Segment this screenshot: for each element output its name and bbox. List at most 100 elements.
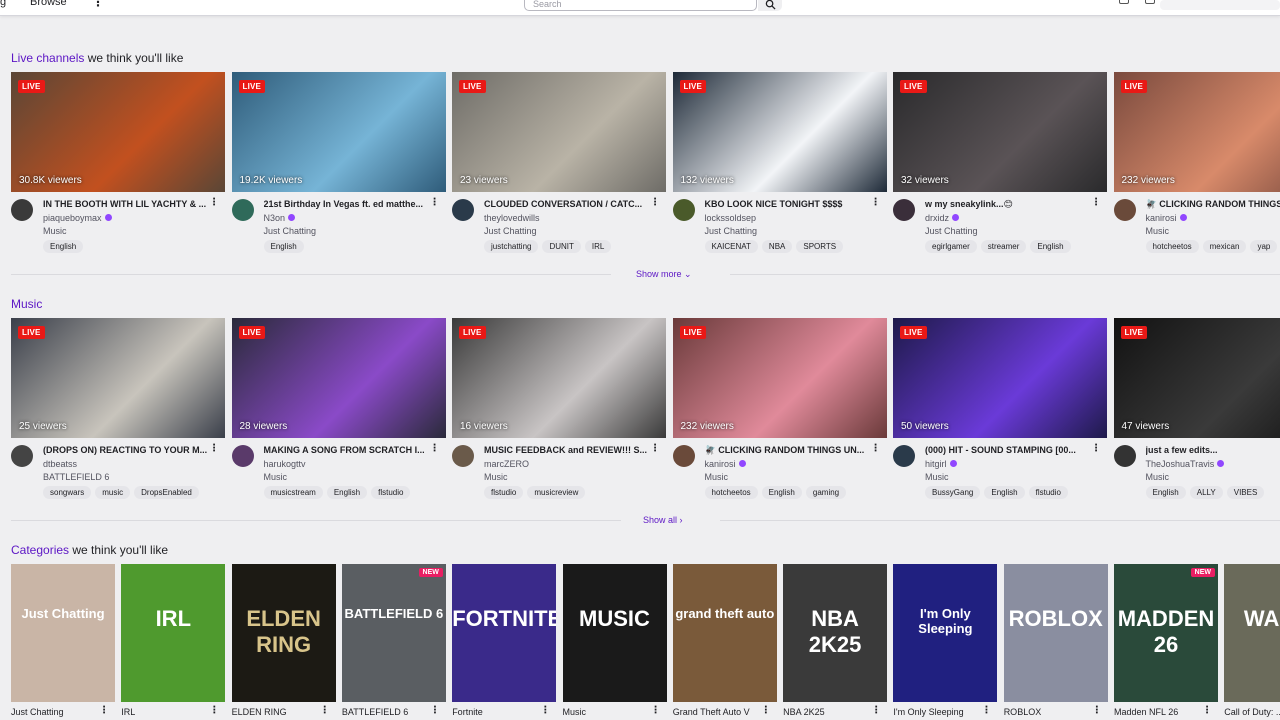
tag[interactable]: yap (1250, 240, 1278, 253)
stream-card[interactable]: LIVE 28 viewers MAKING A SONG FROM SCRATCH… (231, 318, 446, 499)
more-options-icon[interactable]: ⋮ (981, 705, 991, 716)
stream-thumbnail[interactable]: LIVE 30.8K viewers (11, 72, 225, 192)
music-heading-link[interactable]: Music (11, 297, 42, 311)
notifications-icon[interactable] (1145, 0, 1155, 4)
channel-name[interactable]: drxidz (925, 213, 949, 223)
channel-name-row[interactable]: drxidz (925, 213, 960, 223)
category-name[interactable]: Music (563, 707, 587, 717)
tag[interactable]: BussyGang (925, 486, 981, 499)
more-options-icon[interactable]: ⋮ (761, 705, 771, 716)
stream-title[interactable]: IN THE BOOTH WITH LIL YACHTY & ... (43, 199, 211, 209)
tag[interactable]: SPORTS (796, 240, 844, 253)
more-options-icon[interactable]: ⋮ (430, 197, 440, 208)
search-input[interactable]: Search (524, 0, 757, 11)
category-name[interactable]: NBA 2K25 (783, 707, 825, 717)
avatar[interactable] (11, 445, 33, 467)
stream-card[interactable]: LIVE 16 viewers MUSIC FEEDBACK and REVIEW!… (452, 318, 666, 499)
tag[interactable]: hotcheetos (704, 486, 758, 499)
channel-name[interactable]: piaqueboymax (43, 213, 102, 223)
category-box-art[interactable]: ROBLOX (1003, 564, 1108, 702)
more-options-icon[interactable]: ⋮ (209, 705, 219, 716)
stream-thumbnail[interactable]: LIVE 19.2K viewers (231, 72, 446, 192)
tag[interactable]: English (43, 240, 84, 253)
user-area[interactable] (1160, 0, 1280, 10)
channel-name-row[interactable]: N3on (264, 213, 296, 223)
more-options-icon[interactable]: ⋮ (651, 705, 661, 716)
tag[interactable]: justchatting (484, 240, 539, 253)
game-category[interactable]: Music (1146, 472, 1170, 482)
tag[interactable]: songwars (43, 486, 92, 499)
more-options-icon[interactable]: ⋮ (209, 197, 219, 208)
stream-card[interactable]: LIVE 23 viewers CLOUDED CONVERSATION / CAT… (452, 72, 666, 253)
category-card[interactable]: Just Chatting Just Chatting ⋮ (11, 564, 115, 717)
stream-thumbnail[interactable]: LIVE 50 viewers (893, 318, 1107, 438)
tag[interactable]: musicreview (527, 486, 586, 499)
more-options-icon[interactable]: ⋮ (871, 443, 881, 454)
channel-name[interactable]: kanirosi (1146, 213, 1177, 223)
channel-name[interactable]: theylovedwills (484, 213, 540, 223)
stream-thumbnail[interactable]: LIVE 32 viewers (893, 72, 1107, 192)
stream-title[interactable]: 🪰 CLICKING RANDOM THINGS UN... (705, 445, 873, 456)
stream-card[interactable]: LIVE 232 viewers 🪰 CLICKING RANDOM THINGS … (672, 318, 887, 499)
tag[interactable]: English (984, 486, 1025, 499)
category-card[interactable]: grand theft auto Grand Theft Auto V ⋮ (672, 564, 777, 717)
stream-thumbnail[interactable]: LIVE 25 viewers (11, 318, 225, 438)
game-category[interactable]: Just Chatting (705, 226, 758, 236)
avatar[interactable] (1113, 445, 1136, 467)
category-name[interactable]: I'm Only Sleeping (893, 707, 963, 717)
tag[interactable]: English (761, 486, 802, 499)
stream-thumbnail[interactable]: LIVE 132 viewers (672, 72, 887, 192)
stream-card[interactable]: LIVE 32 viewers w my sneakylink...😊 ⋮ drxidz… (893, 72, 1107, 253)
stream-card[interactable]: LIVE 232 viewers 🪰 CLICKING RANDOM THINGS … (1113, 72, 1280, 253)
game-category[interactable]: Music (484, 472, 508, 482)
category-card[interactable]: BATTLEFIELD 6 NEW BATTLEFIELD 6 ⋮ (341, 564, 446, 717)
stream-title[interactable]: CLOUDED CONVERSATION / CATC... (484, 199, 652, 209)
channel-name[interactable]: marcZERO (484, 459, 529, 469)
category-card[interactable]: MADDEN 26 NEW Madden NFL 26 ⋮ (1114, 564, 1218, 717)
channel-name[interactable]: TheJoshuaTravis (1146, 459, 1215, 469)
game-category[interactable]: Just Chatting (484, 226, 537, 236)
stream-thumbnail[interactable]: LIVE 47 viewers (1113, 318, 1280, 438)
show-all-button[interactable]: Show all › (643, 515, 683, 525)
more-options-icon[interactable]: ⋮ (320, 705, 330, 716)
tag[interactable]: musicstream (263, 486, 323, 499)
categories-heading-link[interactable]: Categories (11, 543, 69, 557)
more-options-icon[interactable]: ⋮ (430, 443, 440, 454)
avatar[interactable] (11, 199, 33, 221)
channel-name-row[interactable]: lockssoldsep (705, 213, 757, 223)
inbox-icon[interactable] (1119, 0, 1129, 4)
category-name[interactable]: IRL (121, 707, 135, 717)
stream-thumbnail[interactable]: LIVE 28 viewers (231, 318, 446, 438)
stream-card[interactable]: LIVE 25 viewers (DROPS ON) REACTING TO YOU… (11, 318, 225, 499)
channel-name-row[interactable]: kanirosi (1146, 213, 1187, 223)
category-box-art[interactable]: MADDEN 26 NEW (1114, 564, 1218, 702)
more-options-icon[interactable]: ⋮ (1202, 705, 1212, 716)
category-card[interactable]: MUSIC Music ⋮ (562, 564, 667, 717)
avatar[interactable] (1113, 199, 1136, 221)
channel-name-row[interactable]: piaqueboymax (43, 213, 112, 223)
stream-title[interactable]: (DROPS ON) REACTING TO YOUR M... (43, 445, 211, 455)
tag[interactable]: IRL (584, 240, 612, 253)
tag[interactable]: hotcheetos (1145, 240, 1199, 253)
tag[interactable]: flstudio (1028, 486, 1068, 499)
channel-name-row[interactable]: marcZERO (484, 459, 529, 469)
category-name[interactable]: BATTLEFIELD 6 (342, 707, 408, 717)
category-box-art[interactable]: FORTNITE (452, 564, 557, 702)
live-channels-heading-link[interactable]: Live channels (11, 51, 84, 65)
tag[interactable]: ALLY (1189, 486, 1223, 499)
stream-thumbnail[interactable]: LIVE 16 viewers (452, 318, 666, 438)
category-box-art[interactable]: NBA 2K25 (783, 564, 888, 702)
more-options-icon[interactable]: ⋮ (430, 705, 440, 716)
channel-name-row[interactable]: kanirosi (705, 459, 746, 469)
stream-card[interactable]: LIVE 50 viewers (000) HIT - SOUND STAMPING… (893, 318, 1107, 499)
avatar[interactable] (231, 199, 254, 221)
more-options-icon[interactable]: ⋮ (650, 443, 660, 454)
category-name[interactable]: Madden NFL 26 (1114, 707, 1178, 717)
tag[interactable]: English (326, 486, 368, 499)
more-options-icon[interactable]: ⋮ (99, 705, 109, 716)
stream-title[interactable]: 21st Birthday In Vegas ft. ed matthe... (264, 199, 432, 209)
more-options-icon[interactable]: ⋮ (1092, 705, 1102, 716)
stream-title[interactable]: just a few edits... (1146, 445, 1280, 455)
stream-card[interactable]: LIVE 19.2K viewers 21st Birthday In Vegas … (231, 72, 446, 253)
category-name[interactable]: ELDEN RING (232, 707, 287, 717)
